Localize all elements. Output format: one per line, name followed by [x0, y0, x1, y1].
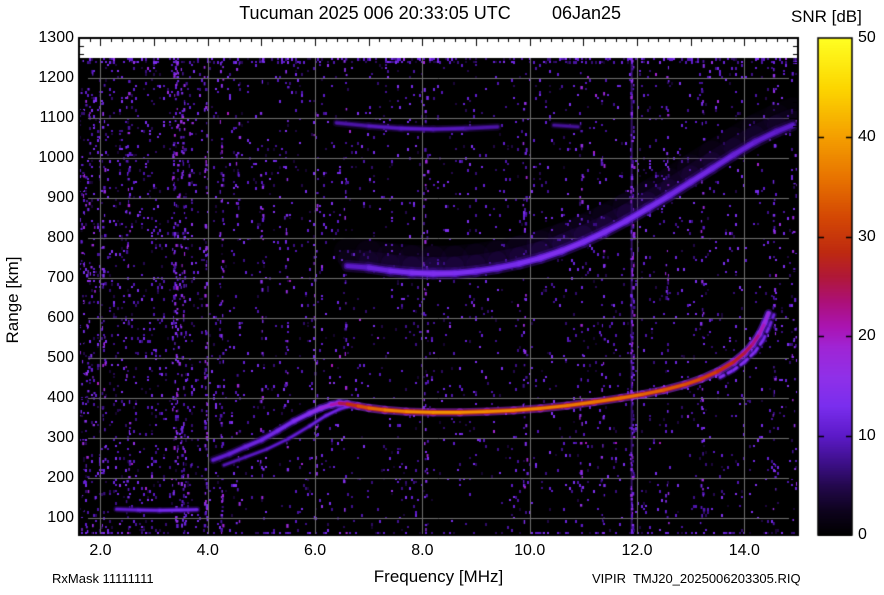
y-tick-500: 500	[47, 349, 74, 366]
x-tick-14: 14.0	[728, 542, 760, 559]
y-tick-100: 100	[47, 509, 74, 526]
y-tick-900: 900	[47, 189, 74, 206]
x-tick-10: 10.0	[514, 542, 546, 559]
x-tick-8: 8.0	[411, 542, 434, 559]
title-date: 06Jan25	[552, 3, 622, 23]
y-tick-1300: 1300	[38, 29, 74, 46]
filename-text: VIPIR TMJ20_2025006203305.RIQ	[592, 571, 801, 586]
cb-tick-10: 10	[858, 426, 876, 444]
y-tick-1000: 1000	[38, 149, 74, 166]
cb-tick-50: 50	[858, 29, 876, 46]
y-tick-1100: 1100	[39, 109, 74, 126]
cb-tick-30: 30	[858, 227, 876, 245]
y-tick-300: 300	[47, 429, 74, 446]
ionogram-canvas	[0, 0, 884, 595]
page-title: Tucuman 2025 006 20:33:05 UTC	[239, 3, 511, 23]
x-tick-12: 12.0	[621, 542, 653, 559]
colorbar-title: SNR [dB]	[791, 7, 862, 26]
cb-tick-40: 40	[858, 128, 876, 146]
x-tick-4: 4.0	[196, 542, 219, 559]
y-tick-1200: 1200	[38, 69, 74, 86]
y-tick-800: 800	[47, 229, 74, 246]
y-tick-700: 700	[47, 269, 74, 286]
rxmask-text: RxMask 11111111	[52, 571, 154, 586]
y-tick-600: 600	[47, 309, 74, 326]
cb-tick-20: 20	[858, 327, 876, 345]
ionogram-viewer: Tucuman 2025 006 20:33:05 UTC 06Jan25 SN…	[0, 0, 884, 595]
x-tick-2: 2.0	[89, 542, 112, 559]
cb-tick-0: 0	[858, 526, 867, 543]
y-tick-400: 400	[47, 389, 74, 406]
x-tick-6: 6.0	[303, 542, 327, 559]
y-tick-200: 200	[47, 469, 74, 486]
